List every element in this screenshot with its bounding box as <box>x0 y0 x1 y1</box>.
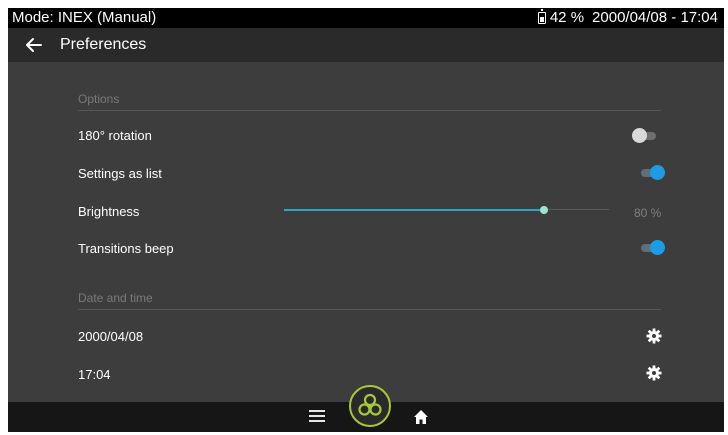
settings-as-list-toggle[interactable] <box>639 165 665 181</box>
status-right-group: 42 % 2000/04/08 - 17:04 <box>537 8 718 26</box>
gear-icon <box>646 365 662 381</box>
date-time-section-header: Date and time <box>78 291 661 310</box>
menu-button[interactable] <box>309 410 325 424</box>
transitions-beep-label: Transitions beep <box>78 241 174 256</box>
brightness-slider[interactable] <box>284 204 609 216</box>
device-screen: Mode: INEX (Manual) 42 % 2000/04/08 - 17… <box>8 8 724 432</box>
slider-fill <box>284 209 544 211</box>
rotation-label: 180° rotation <box>78 128 152 143</box>
time-settings-button[interactable] <box>646 365 662 381</box>
home-icon <box>414 410 428 424</box>
status-bar: Mode: INEX (Manual) 42 % 2000/04/08 - 17… <box>8 8 724 28</box>
fan-mode-button[interactable] <box>349 385 391 427</box>
brightness-label: Brightness <box>78 204 140 219</box>
settings-as-list-label: Settings as list <box>78 166 162 181</box>
rotation-toggle[interactable] <box>632 128 658 144</box>
battery-level: 42 % <box>549 9 585 26</box>
date-value: 2000/04/08 <box>78 329 144 344</box>
time-value: 17:04 <box>78 367 111 382</box>
battery-icon <box>537 8 546 24</box>
slider-knob[interactable] <box>540 206 548 214</box>
home-button[interactable] <box>412 408 430 426</box>
toggle-thumb <box>632 128 647 143</box>
menu-icon <box>309 410 325 422</box>
slider-track <box>544 209 609 210</box>
toggle-thumb <box>650 165 665 180</box>
arrow-left-icon <box>26 38 42 52</box>
mode-indicator: Mode: INEX (Manual) <box>12 9 157 26</box>
brightness-value: 80 % <box>634 206 662 220</box>
page-title: Preferences <box>60 36 147 53</box>
options-section-header: Options <box>78 92 661 111</box>
back-button[interactable] <box>22 34 46 56</box>
status-datetime: 2000/04/08 - 17:04 <box>592 9 718 26</box>
toggle-thumb <box>650 240 665 255</box>
date-settings-button[interactable] <box>646 328 662 344</box>
app-bar: Preferences <box>8 28 724 62</box>
transitions-beep-toggle[interactable] <box>639 240 665 256</box>
fan-icon <box>358 393 382 416</box>
gear-icon <box>646 328 662 344</box>
